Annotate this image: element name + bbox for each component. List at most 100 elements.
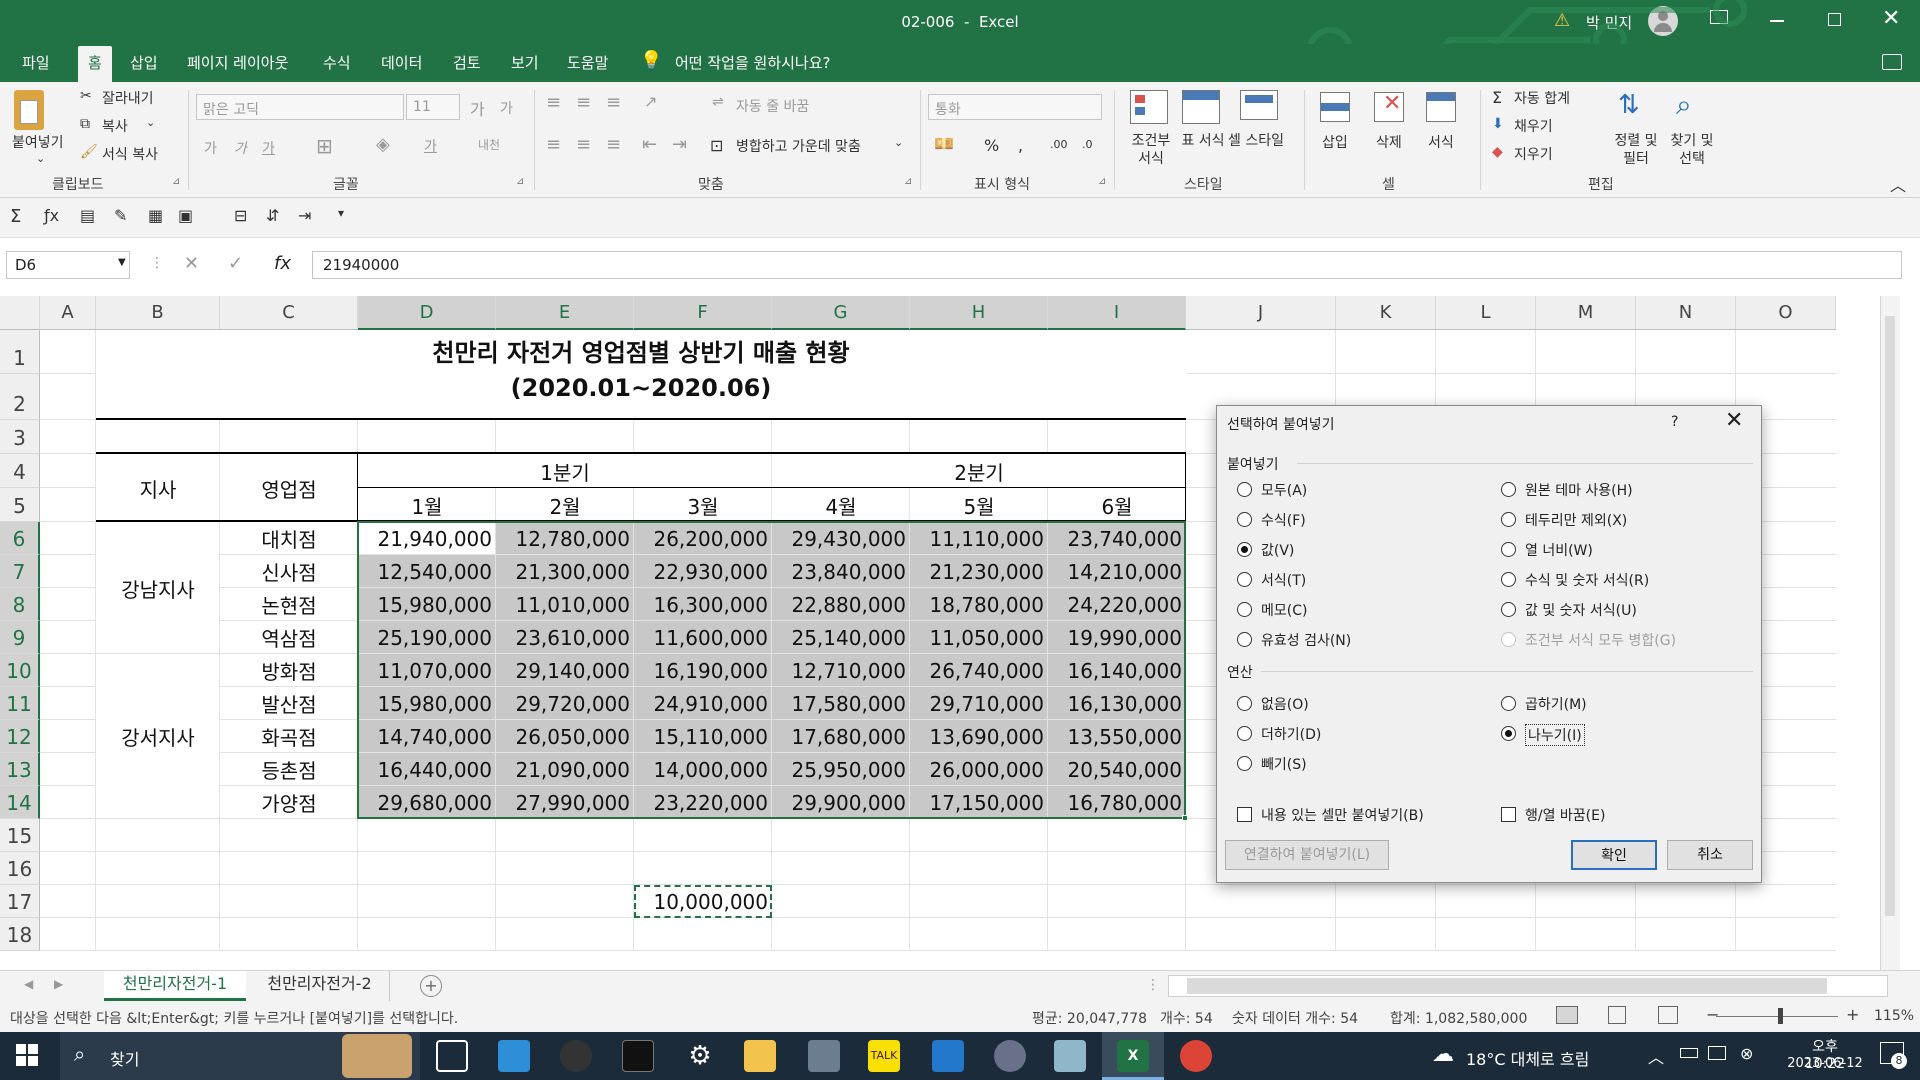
status-count[interactable]: 개수: 54: [1160, 1008, 1213, 1028]
tab-page-layout[interactable]: 페이지 레이아웃: [187, 52, 288, 73]
increase-indent-icon[interactable]: ⇥: [672, 134, 687, 155]
fit-icon[interactable]: ⊟: [234, 206, 247, 225]
cell-styles-icon[interactable]: [1240, 90, 1278, 120]
align-left-icon[interactable]: ≡: [546, 134, 561, 155]
sheet-tab-active[interactable]: 천만리자전거-1: [104, 971, 246, 1001]
skip-blanks-label[interactable]: 내용 있는 셀만 붙여넣기(B): [1261, 805, 1424, 825]
close-window-icon[interactable]: ✕: [1882, 6, 1900, 31]
insert-cells-button[interactable]: 삽입: [1322, 132, 1348, 152]
store-name[interactable]: 방화점: [220, 654, 358, 687]
horizontal-scrollbar[interactable]: [1168, 975, 1888, 997]
sales-cell[interactable]: 21,940,000: [358, 522, 496, 555]
ok-button[interactable]: 확인: [1571, 840, 1657, 870]
sum-icon[interactable]: Σ: [10, 206, 21, 227]
column-header-e[interactable]: E: [496, 296, 634, 330]
vertical-scroll-thumb[interactable]: [1885, 316, 1895, 916]
name-box-dropdown-icon[interactable]: ▼: [118, 257, 126, 268]
column-header-i[interactable]: I: [1048, 296, 1186, 330]
orientation-icon[interactable]: ↗: [644, 92, 657, 111]
sales-cell[interactable]: 16,140,000: [1048, 654, 1186, 687]
tab-formulas[interactable]: 수식: [323, 52, 351, 73]
align-right-icon[interactable]: ≡: [606, 134, 621, 155]
row-header-11[interactable]: 11: [0, 687, 40, 720]
operation-option-radio[interactable]: [1501, 696, 1516, 711]
cancel-entry-icon[interactable]: ✕: [184, 253, 199, 274]
align-bottom-icon[interactable]: ≡: [606, 92, 621, 113]
column-header-o[interactable]: O: [1736, 296, 1836, 330]
sales-cell[interactable]: 29,140,000: [496, 654, 634, 687]
tab-insert[interactable]: 삽입: [130, 52, 158, 73]
sales-cell[interactable]: 15,980,000: [358, 588, 496, 621]
sheet-title[interactable]: 천만리 자전거 영업점별 상반기 매출 현황: [96, 330, 1186, 370]
sales-cell[interactable]: 29,680,000: [358, 786, 496, 819]
sales-cell[interactable]: 11,600,000: [634, 621, 772, 654]
sales-cell[interactable]: 21,090,000: [496, 753, 634, 786]
sales-cell[interactable]: 22,930,000: [634, 555, 772, 588]
tell-me-search[interactable]: 어떤 작업을 원하시나요?: [675, 52, 831, 73]
zoom-level[interactable]: 115%: [1874, 1008, 1914, 1024]
battery-icon[interactable]: [1680, 1048, 1698, 1058]
fill-icon[interactable]: ⬇: [1492, 116, 1504, 132]
paste-option-radio[interactable]: [1501, 572, 1516, 587]
terminal-icon[interactable]: [622, 1040, 654, 1072]
sales-cell[interactable]: 16,130,000: [1048, 687, 1186, 720]
transpose-label[interactable]: 행/열 바꿈(E): [1525, 805, 1605, 825]
task-view-icon[interactable]: [436, 1040, 468, 1072]
chrome-icon[interactable]: [1180, 1040, 1212, 1072]
sales-cell[interactable]: 16,300,000: [634, 588, 772, 621]
sales-cell[interactable]: 12,710,000: [772, 654, 910, 687]
zoom-slider[interactable]: [1716, 1016, 1838, 1017]
paste-option-radio[interactable]: [1501, 512, 1516, 527]
scroll-sheets-left-icon[interactable]: ◀: [24, 977, 33, 991]
zoom-out-icon[interactable]: −: [1706, 1005, 1719, 1024]
sales-cell[interactable]: 14,210,000: [1048, 555, 1186, 588]
operation-option-radio[interactable]: [1237, 696, 1252, 711]
row-header-15[interactable]: 15: [0, 819, 40, 852]
operation-option-label[interactable]: 나누기(I): [1525, 724, 1585, 746]
row-header-8[interactable]: 8: [0, 588, 40, 621]
sales-cell[interactable]: 26,200,000: [634, 522, 772, 555]
sales-cell[interactable]: 17,150,000: [910, 786, 1048, 819]
vscode-icon[interactable]: [932, 1040, 964, 1072]
sales-cell[interactable]: 20,540,000: [1048, 753, 1186, 786]
sheet-tab[interactable]: 천만리자전거-2: [250, 971, 390, 1001]
store-name[interactable]: 발산점: [220, 687, 358, 720]
sales-cell[interactable]: 12,540,000: [358, 555, 496, 588]
insert-function-icon[interactable]: ƒx: [44, 206, 59, 225]
clear-button[interactable]: 지우기: [1514, 144, 1553, 164]
format-cells-button[interactable]: 서식: [1428, 132, 1454, 152]
store-name[interactable]: 논현점: [220, 588, 358, 621]
table-icon[interactable]: ▦: [148, 206, 163, 225]
network-icon[interactable]: [1708, 1046, 1726, 1060]
conditional-format-button[interactable]: 조건부 서식: [1124, 132, 1178, 168]
sales-cell[interactable]: 15,110,000: [634, 720, 772, 753]
align-top-icon[interactable]: ≡: [546, 92, 561, 113]
windows-start-icon[interactable]: [16, 1044, 38, 1066]
operation-option-radio[interactable]: [1501, 726, 1516, 741]
taskbar-search-box[interactable]: ⌕ 찾기: [60, 1032, 420, 1080]
header-q1[interactable]: 1분기: [358, 454, 772, 488]
format-painter-icon[interactable]: 🖌: [80, 144, 98, 160]
insert-cells-icon[interactable]: [1320, 92, 1350, 122]
column-header-b[interactable]: B: [96, 296, 220, 330]
column-header-n[interactable]: N: [1636, 296, 1736, 330]
sales-cell[interactable]: 23,610,000: [496, 621, 634, 654]
column-header-c[interactable]: C: [220, 296, 358, 330]
sales-cell[interactable]: 29,430,000: [772, 522, 910, 555]
sales-cell[interactable]: 26,000,000: [910, 753, 1048, 786]
paste-option-label[interactable]: 수식 및 숫자 서식(R): [1525, 570, 1649, 590]
sales-cell[interactable]: 29,900,000: [772, 786, 910, 819]
sales-cell[interactable]: 25,140,000: [772, 621, 910, 654]
sales-cell[interactable]: 16,780,000: [1048, 786, 1186, 819]
format-as-table-button[interactable]: 표 서식: [1176, 132, 1230, 150]
find-select-button[interactable]: 찾기 및 선택: [1664, 132, 1720, 168]
normal-view-icon[interactable]: [1556, 1006, 1578, 1024]
paste-link-button[interactable]: 연결하여 붙여넣기(L): [1225, 840, 1389, 870]
status-average[interactable]: 평균: 20,047,778: [1032, 1008, 1147, 1028]
row-header-4[interactable]: 4: [0, 454, 40, 488]
store-name[interactable]: 대치점: [220, 522, 358, 555]
paste-option-label[interactable]: 유효성 검사(N): [1261, 630, 1351, 650]
comments-icon[interactable]: [1882, 54, 1902, 70]
store-name[interactable]: 신사점: [220, 555, 358, 588]
name-box[interactable]: D6: [6, 251, 130, 279]
